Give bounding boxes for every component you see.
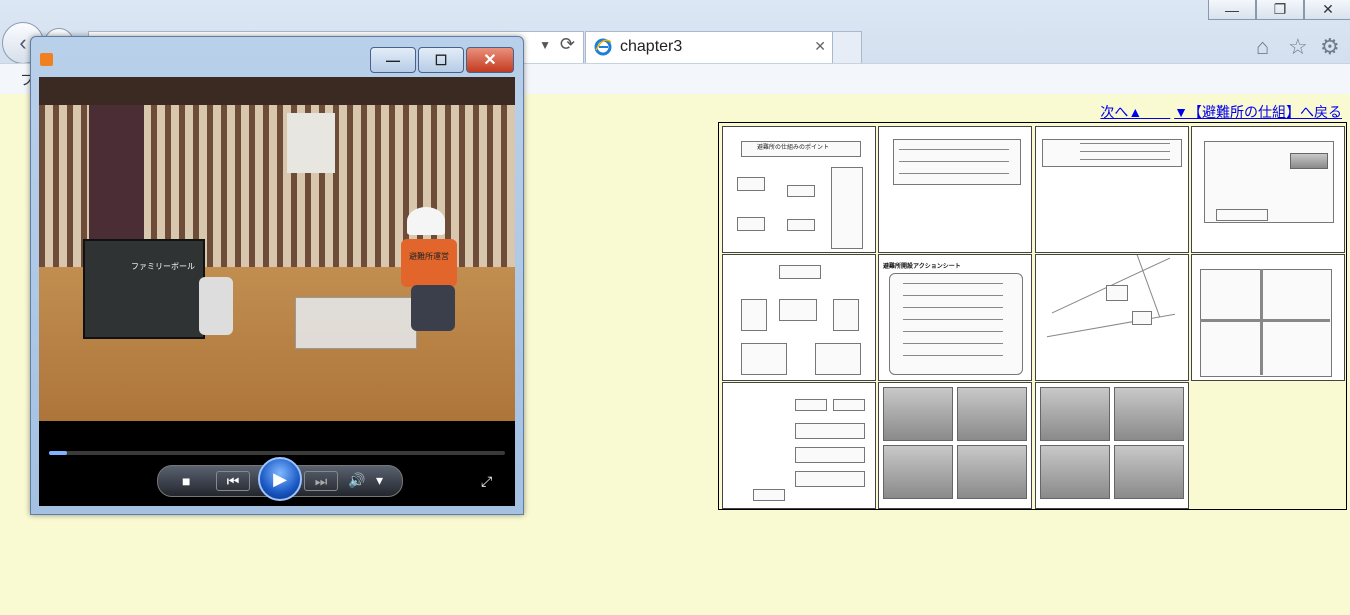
media-player-window[interactable]: — ☐ ✕ ファミリーボール 避難所運営 ■ ⏮ ⏭ 🔊 ▾ ▶ ⤢	[30, 36, 524, 515]
star-icon[interactable]: ☆	[1288, 34, 1308, 60]
thumbnail-page-10[interactable]	[878, 382, 1032, 509]
media-player-icon	[40, 53, 53, 66]
video-sign-board: ファミリーボール	[83, 239, 205, 339]
thumbnail-page-3[interactable]	[1035, 126, 1189, 253]
thumbnail-caption: 避難所の仕組みのポイント	[757, 145, 830, 151]
thumbnail-page-8[interactable]	[1191, 254, 1345, 381]
volume-icon[interactable]: 🔊	[348, 472, 365, 489]
gear-icon[interactable]: ⚙	[1320, 34, 1340, 60]
player-minimize-button[interactable]: —	[370, 47, 416, 73]
thumbnail-page-1[interactable]: 避難所の仕組みのポイント	[722, 126, 876, 253]
home-icon[interactable]: ⌂	[1256, 34, 1269, 60]
thumbnail-page-7[interactable]	[1035, 254, 1189, 381]
next-link[interactable]: 次へ▲＿＿	[1100, 104, 1170, 120]
refresh-icon[interactable]: ⟳	[560, 34, 575, 55]
video-vest-text: 避難所運営	[409, 252, 449, 261]
video-person: 避難所運営	[395, 207, 471, 337]
ie-icon	[594, 38, 612, 56]
tab-title: chapter3	[620, 38, 683, 55]
dropdown-arrow-icon[interactable]: ▼	[539, 38, 551, 52]
page-nav-links: 次へ▲＿＿ ▼【避難所の仕組】へ戻る	[1100, 102, 1342, 122]
tab-chapter3[interactable]: chapter3 ✕	[585, 31, 833, 63]
new-tab-button[interactable]	[832, 31, 862, 63]
thumbnail-page-11[interactable]	[1035, 382, 1189, 509]
seek-bar[interactable]	[49, 451, 505, 455]
thumbnail-page-4[interactable]	[1191, 126, 1345, 253]
next-button[interactable]: ⏭	[304, 471, 338, 491]
thumbnail-page-6[interactable]: 避難所開設アクションシート	[878, 254, 1032, 381]
thumbnail-page-9[interactable]	[722, 382, 876, 509]
back-to-shelter-link[interactable]: ▼【避難所の仕組】へ戻る	[1174, 104, 1342, 120]
browser-restore-button[interactable]: ❐	[1256, 0, 1304, 20]
fullscreen-icon[interactable]: ⤢	[481, 473, 492, 490]
browser-minimize-button[interactable]: —	[1208, 0, 1256, 20]
document-thumbnail-grid: 避難所の仕組みのポイント 避難所開設アクションシート	[718, 122, 1347, 510]
thumbnail-page-2[interactable]	[878, 126, 1032, 253]
thumbnail-page-5[interactable]	[722, 254, 876, 381]
play-button[interactable]: ▶	[258, 457, 302, 501]
stop-button[interactable]: ■	[182, 473, 190, 489]
player-close-button[interactable]: ✕	[466, 47, 514, 73]
browser-close-button[interactable]: ✕	[1304, 0, 1350, 20]
player-controls: ■ ⏮ ⏭ 🔊 ▾ ▶ ⤢	[39, 421, 515, 506]
seek-progress	[49, 451, 68, 455]
video-sign-text: ファミリーボール	[131, 262, 195, 271]
tab-close-icon[interactable]: ✕	[814, 38, 826, 55]
thumbnail-caption: 避難所開設アクションシート	[883, 264, 961, 270]
player-maximize-button[interactable]: ☐	[418, 47, 464, 73]
previous-button[interactable]: ⏮	[216, 471, 250, 491]
video-frame[interactable]: ファミリーボール 避難所運営	[39, 77, 515, 457]
volume-menu-icon[interactable]: ▾	[376, 472, 383, 489]
